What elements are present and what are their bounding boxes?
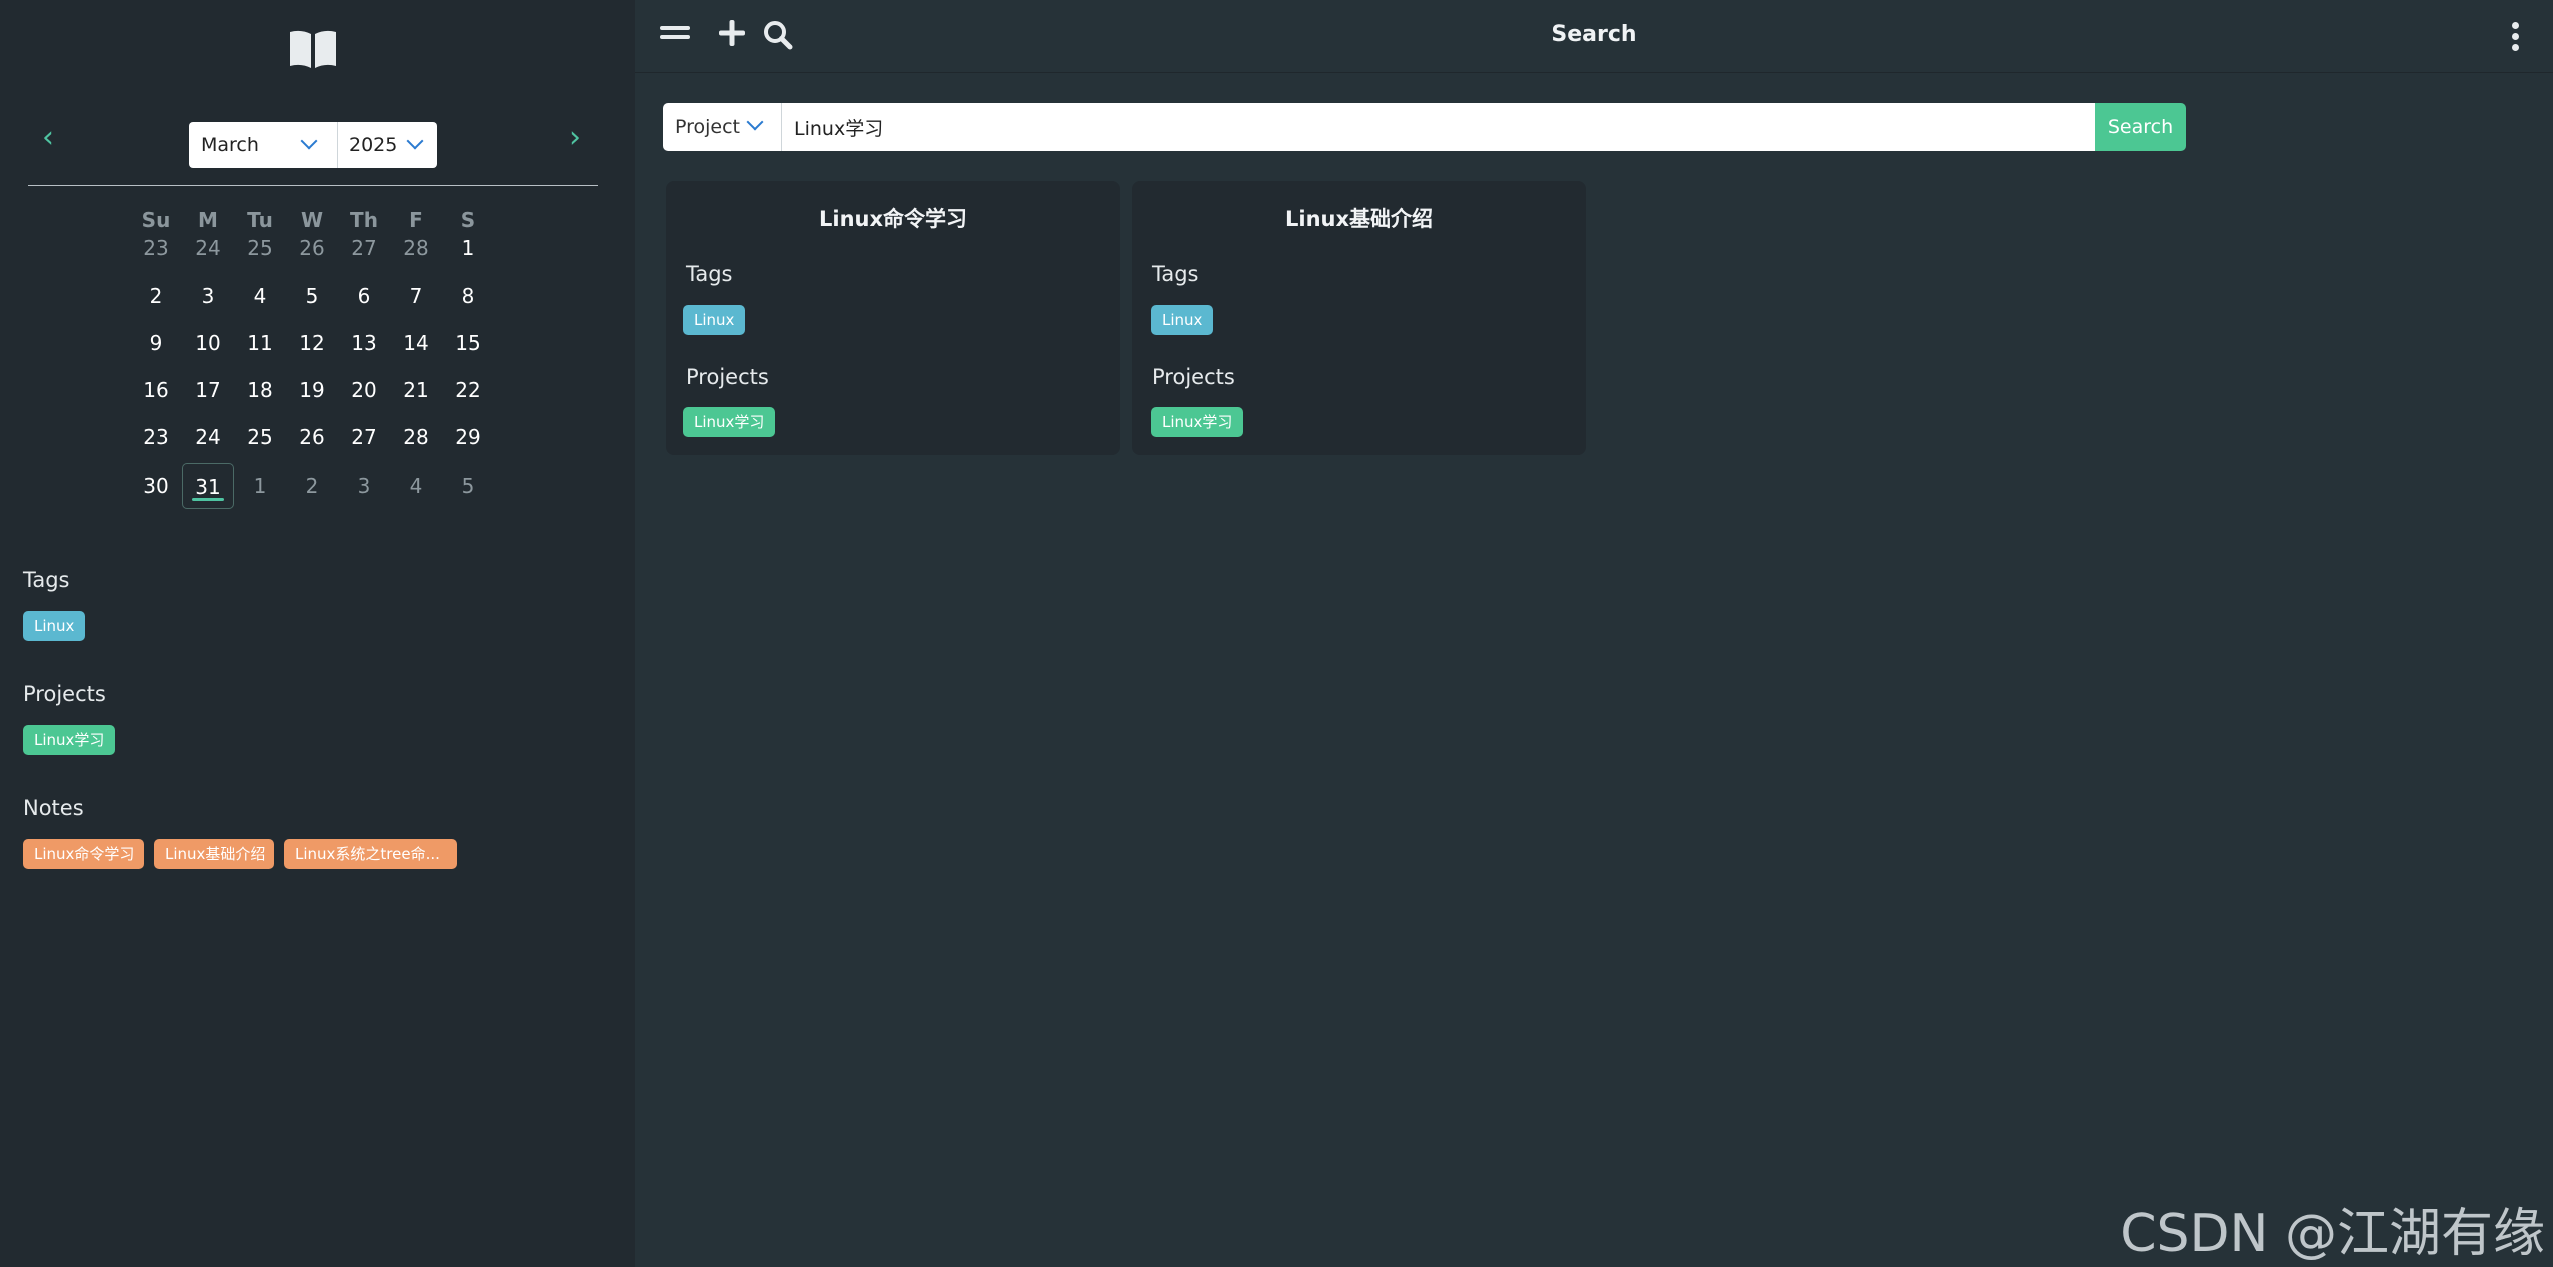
calendar-day[interactable]: 27	[338, 225, 390, 271]
tag-chip[interactable]: Linux	[683, 305, 746, 335]
calendar-day[interactable]: 6	[338, 273, 390, 319]
chevron-down-icon	[406, 132, 424, 150]
watermark: CSDN @江湖有缘	[2120, 1204, 2545, 1264]
tags-section-title: Tags	[23, 568, 70, 592]
calendar-day[interactable]: 5	[442, 463, 494, 509]
result-projects-label: Projects	[1152, 365, 1235, 389]
calendar-day[interactable]: 15	[442, 320, 494, 366]
calendar-day[interactable]: 24	[182, 225, 234, 271]
calendar-day[interactable]: 29	[442, 414, 494, 460]
calendar-day[interactable]: 7	[390, 273, 442, 319]
next-month-chevron-icon[interactable]: ›	[561, 123, 589, 153]
result-tags-label: Tags	[686, 262, 733, 286]
result-card[interactable]: Linux命令学习 Tags Linux Projects Linux学习	[666, 181, 1120, 455]
search-button[interactable]: Search	[2095, 103, 2186, 151]
calendar-day[interactable]: 26	[286, 414, 338, 460]
result-projects-label: Projects	[686, 365, 769, 389]
more-options-icon[interactable]	[2509, 22, 2521, 52]
projects-section-title: Projects	[23, 682, 106, 706]
calendar-day[interactable]: 14	[390, 320, 442, 366]
calendar-day[interactable]: 10	[182, 320, 234, 366]
calendar-day[interactable]: 28	[390, 414, 442, 460]
calendar-day[interactable]: 11	[234, 320, 286, 366]
chevron-down-icon	[300, 132, 318, 150]
calendar-day[interactable]: 30	[130, 463, 182, 509]
result-card[interactable]: Linux基础介绍 Tags Linux Projects Linux学习	[1132, 181, 1586, 455]
book-icon[interactable]	[288, 28, 338, 70]
calendar-day[interactable]: 2	[130, 273, 182, 319]
calendar-day[interactable]: 1	[234, 463, 286, 509]
calendar-day[interactable]: 5	[286, 273, 338, 319]
search-bar: Project Search	[663, 103, 2523, 151]
month-select[interactable]: March	[189, 122, 337, 168]
calendar-day[interactable]: 23	[130, 414, 182, 460]
calendar-day[interactable]: 25	[234, 414, 286, 460]
calendar-day[interactable]: 2	[286, 463, 338, 509]
result-card-title: Linux命令学习	[818, 207, 968, 231]
calendar-day[interactable]: 8	[442, 273, 494, 319]
calendar-day[interactable]: 28	[390, 225, 442, 271]
calendar-day[interactable]: 4	[390, 463, 442, 509]
calendar-divider	[28, 185, 598, 186]
calendar-day[interactable]: 18	[234, 367, 286, 413]
note-chip[interactable]: Linux基础介绍	[154, 839, 274, 869]
sidebar: ‹ March 2025 › Su M Tu W Th F S 23 24 25…	[0, 0, 635, 1267]
calendar-day[interactable]: 12	[286, 320, 338, 366]
calendar-day[interactable]: 3	[182, 273, 234, 319]
calendar-day[interactable]: 25	[234, 225, 286, 271]
calendar-day[interactable]: 16	[130, 367, 182, 413]
calendar-day[interactable]: 9	[130, 320, 182, 366]
project-chip[interactable]: Linux学习	[1151, 407, 1244, 437]
result-card-title: Linux基础介绍	[1284, 207, 1434, 231]
project-chip[interactable]: Linux学习	[683, 407, 776, 437]
top-bar: Search	[635, 0, 2553, 73]
notes-section-title: Notes	[23, 796, 84, 820]
calendar-day[interactable]: 23	[130, 225, 182, 271]
page-title: Search	[1551, 22, 1637, 47]
project-chip[interactable]: Linux学习	[23, 725, 116, 755]
calendar-day[interactable]: 27	[338, 414, 390, 460]
year-value: 2025	[349, 134, 398, 156]
previous-month-chevron-icon[interactable]: ‹	[34, 123, 62, 153]
calendar-day[interactable]: 20	[338, 367, 390, 413]
calendar-day[interactable]: 17	[182, 367, 234, 413]
calendar-day[interactable]: 4	[234, 273, 286, 319]
result-tags-label: Tags	[1152, 262, 1199, 286]
calendar-day[interactable]: 19	[286, 367, 338, 413]
calendar-day[interactable]: 13	[338, 320, 390, 366]
search-input[interactable]	[781, 103, 2095, 151]
tag-chip[interactable]: Linux	[23, 611, 86, 641]
calendar-day[interactable]: 21	[390, 367, 442, 413]
calendar-day[interactable]: 22	[442, 367, 494, 413]
note-chip[interactable]: Linux命令学习	[23, 839, 144, 869]
tag-chip[interactable]: Linux	[1151, 305, 1214, 335]
chevron-down-icon	[746, 113, 764, 131]
year-select[interactable]: 2025	[337, 122, 437, 168]
month-value: March	[201, 134, 259, 156]
note-chip[interactable]: Linux系统之tree命...	[284, 839, 457, 869]
calendar-day[interactable]: 24	[182, 414, 234, 460]
search-filter-select[interactable]: Project	[663, 103, 781, 151]
search-filter-value: Project	[675, 116, 741, 138]
calendar-day[interactable]: 1	[442, 225, 494, 271]
calendar-day[interactable]: 26	[286, 225, 338, 271]
calendar-day[interactable]: 3	[338, 463, 390, 509]
calendar-day-today[interactable]: 31	[182, 463, 234, 509]
